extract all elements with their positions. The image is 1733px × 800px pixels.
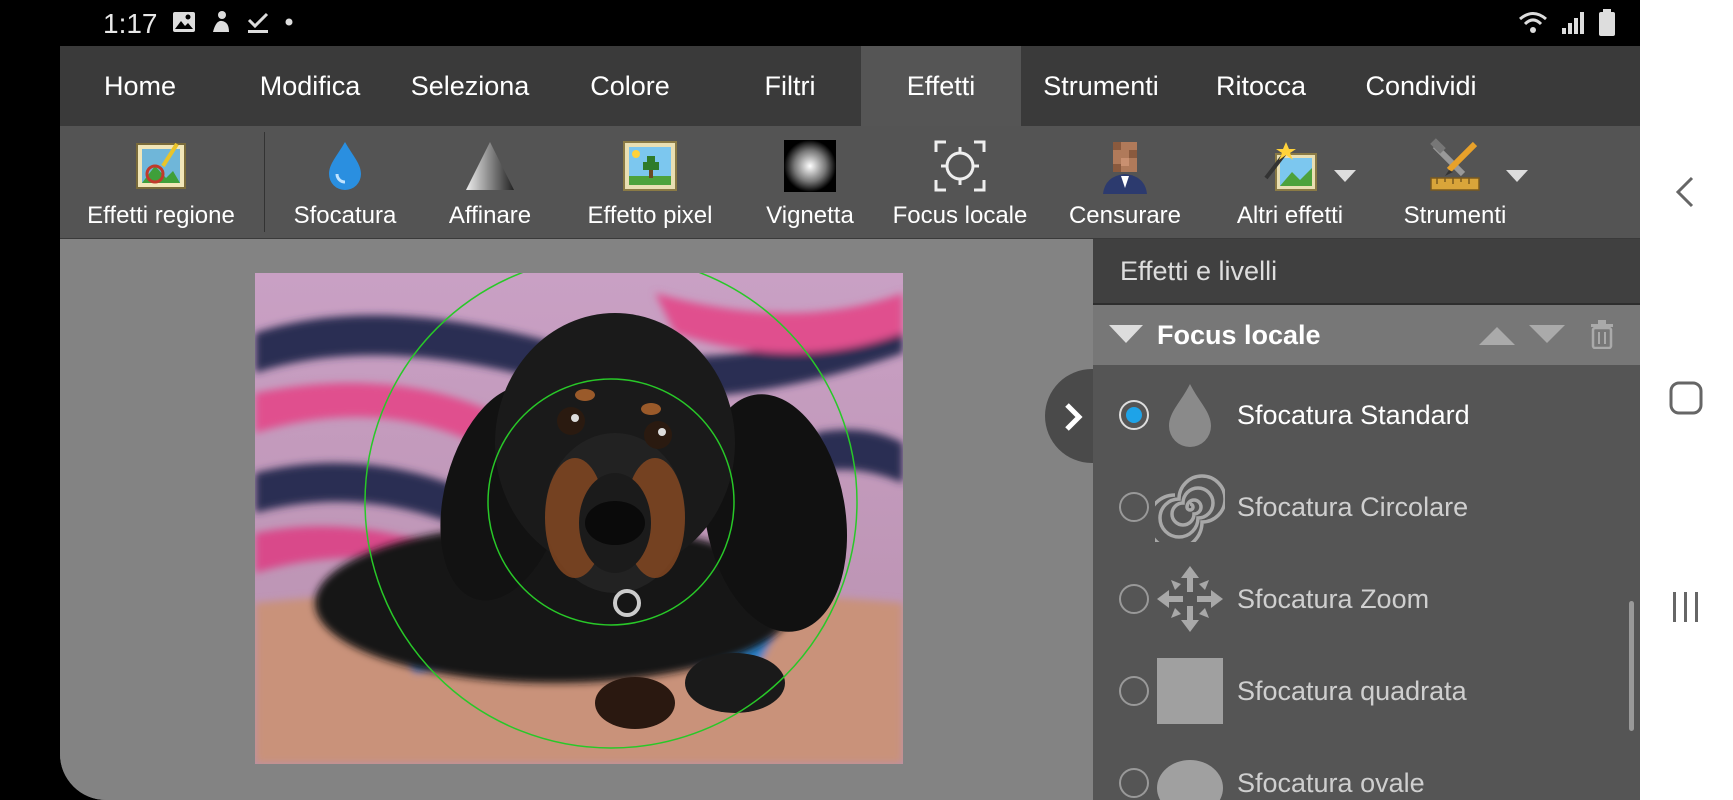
list-item-sfocatura-quadrata[interactable]: Sfocatura quadrata [1093,645,1640,737]
tab-label: Filtri [764,70,816,101]
group-title: Focus locale [1157,319,1321,350]
tab-seleziona[interactable]: Seleziona [390,46,550,126]
tab-home[interactable]: Home [80,46,200,126]
tab-colore[interactable]: Colore [550,46,710,126]
strumenti-button[interactable]: Strumenti [1380,126,1530,238]
vignette-icon [782,138,838,194]
list-item-sfocatura-circolare[interactable]: Sfocatura Circolare [1093,461,1640,553]
button-label: Sfocatura [293,202,397,229]
check-icon [247,12,269,33]
censored-person-icon [1097,138,1153,194]
button-label: Strumenti [1403,202,1507,229]
signal-icon [1562,12,1584,34]
image-canvas[interactable] [60,239,1092,800]
button-label: Censurare [1068,202,1182,229]
radio-unselected[interactable] [1119,676,1149,706]
focus-locale-button[interactable]: Focus locale [880,126,1040,238]
photo-dachshund-puppy[interactable] [255,273,903,764]
chevron-down-icon [1506,170,1528,182]
home-icon[interactable] [1666,378,1706,418]
pixel-picture-icon [622,138,678,194]
system-nav-bar [1640,0,1733,800]
wifi-icon [1519,12,1547,33]
radio-selected[interactable] [1119,400,1149,430]
tab-label: Effetti [906,70,976,101]
oval-icon [1157,760,1223,800]
ribbon-divider [264,132,265,232]
person-icon [213,11,229,32]
trash-icon[interactable] [1589,319,1615,349]
radio-unselected[interactable] [1119,492,1149,522]
censurare-button[interactable]: Censurare [1050,126,1200,238]
chevron-right-icon [1065,403,1083,431]
list-item-sfocatura-ovale[interactable]: Sfocatura ovale [1093,737,1640,800]
focus-target-icon [932,138,988,194]
menu-bar: Home Modifica Seleziona Colore Filtri Ef… [60,46,1640,126]
button-label: Vignetta [766,202,854,229]
status-time: 1:17 [103,8,158,39]
radio-unselected[interactable] [1119,768,1149,798]
sfocatura-button[interactable]: Sfocatura [280,126,410,238]
magic-picture-icon [1262,138,1318,194]
tab-modifica[interactable]: Modifica [230,46,390,126]
panel-title: Effetti e livelli [1093,239,1640,305]
group-header-focus-locale[interactable]: Focus locale [1093,305,1640,365]
effetto-pixel-button[interactable]: Effetto pixel [560,126,740,238]
battery-icon [1599,9,1615,36]
tab-condividi[interactable]: Condividi [1341,46,1501,126]
spiral-icon [1155,474,1225,542]
button-label: Affinare [448,202,532,229]
zoom-arrows-icon [1157,566,1223,632]
chevron-down-icon [1334,170,1356,182]
tab-label: Strumenti [1043,70,1159,101]
recents-icon[interactable] [1666,587,1706,627]
tab-label: Ritocca [1215,70,1307,101]
region-effects-icon [133,138,189,194]
effetti-regione-button[interactable]: Effetti regione [70,126,252,238]
button-label: Effetti regione [87,202,235,229]
button-label: Effetto pixel [587,202,713,229]
tab-label: Home [103,70,177,101]
tab-strumenti[interactable]: Strumenti [1021,46,1181,126]
button-label: Focus locale [892,202,1028,229]
tab-label: Condividi [1365,70,1477,101]
item-label: Sfocatura Zoom [1237,583,1430,614]
ribbon-toolbar: Effetti regione Sfocatura Affinare Effet… [60,126,1640,239]
back-icon[interactable] [1666,172,1706,212]
tab-filtri[interactable]: Filtri [710,46,870,126]
sharpen-triangle-icon [462,138,518,194]
vignetta-button[interactable]: Vignetta [730,126,890,238]
list-item-sfocatura-standard[interactable]: Sfocatura Standard [1093,369,1640,461]
item-label: Sfocatura Standard [1237,399,1470,430]
drop-icon [1169,384,1211,447]
app-window: Home Modifica Seleziona Colore Filtri Ef… [60,46,1640,800]
move-down-icon[interactable] [1529,325,1565,345]
dot-icon [285,18,293,26]
triangle-down-icon[interactable] [1109,325,1143,345]
tab-label: Colore [590,70,670,101]
status-bar: 1:17 [0,0,1640,46]
tools-icon [1427,138,1483,194]
water-drop-icon [317,138,373,194]
button-label: Altri effetti [1236,202,1344,229]
move-up-icon[interactable] [1479,325,1515,345]
altri-effetti-button[interactable]: Altri effetti [1210,126,1370,238]
list-item-sfocatura-zoom[interactable]: Sfocatura Zoom [1093,553,1640,645]
item-label: Sfocatura Circolare [1237,491,1469,522]
image-icon [173,12,195,32]
tab-ritocca[interactable]: Ritocca [1181,46,1341,126]
item-label: Sfocatura quadrata [1237,675,1467,706]
item-label: Sfocatura ovale [1237,767,1425,798]
square-icon [1157,658,1223,724]
panel-scrollbar[interactable] [1629,601,1634,731]
tab-label: Modifica [259,70,361,101]
tab-effetti[interactable]: Effetti [861,46,1021,126]
effects-layers-panel: Effetti e livelli Focus locale Sfocatura… [1093,239,1640,800]
affinare-button[interactable]: Affinare [420,126,560,238]
tab-label: Seleziona [410,70,530,101]
radio-unselected[interactable] [1119,584,1149,614]
